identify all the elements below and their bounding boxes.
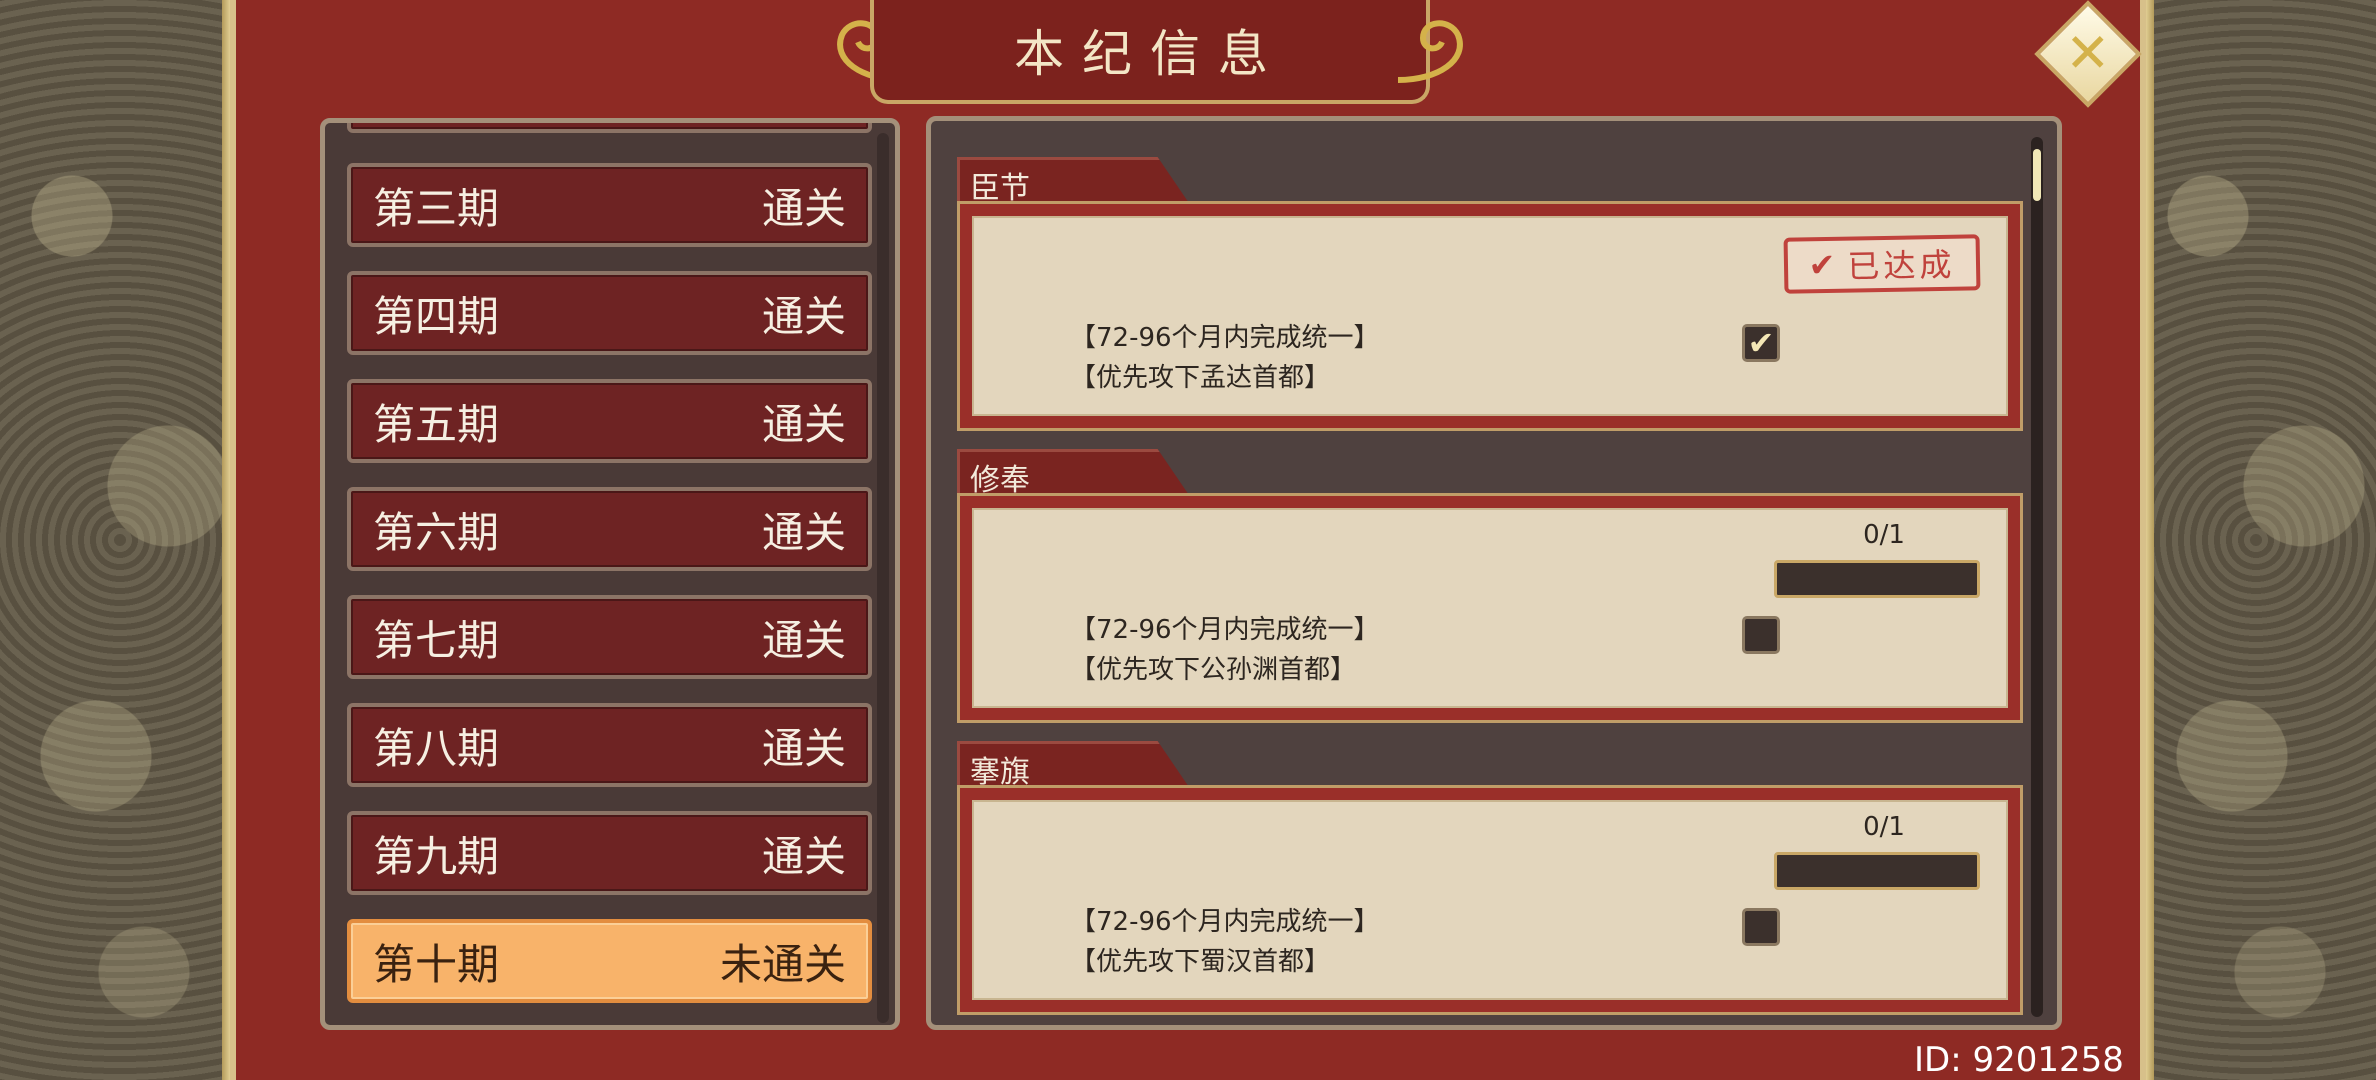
title-banner: 本纪信息 (612, 0, 1688, 105)
period-status: 未通关 (719, 939, 846, 989)
objectives-panel: 臣节 ✔ 已达成 【72-96个月内完成统一】 【优先攻下孟达首都】 ✔ 修奉 (926, 116, 2062, 1030)
progress-bar (1774, 852, 1980, 890)
left-dragon-tapestry (0, 0, 240, 1080)
period-label: 第八期 (373, 723, 500, 773)
period-list[interactable]: 第三期 通关 第四期 通关 第五期 通关 第六期 通关 第七期 通关 第八期 通… (320, 118, 900, 1030)
page-title: 本纪信息 (1014, 25, 1286, 83)
check-stamp-icon: ✔ (1808, 245, 1840, 285)
period-status: 通关 (761, 831, 846, 881)
player-id: ID: 9201258 (1914, 1040, 2124, 1080)
period-item-3[interactable]: 第三期 通关 (347, 163, 872, 247)
period-item-10-selected[interactable]: 第十期 未通关 (347, 919, 872, 1003)
objective-line-2: 【优先攻下蜀汉首都】 (1070, 947, 1331, 977)
objective-text: 【72-96个月内完成统一】 【优先攻下公孙渊首都】 (1070, 610, 1380, 690)
achieved-stamp: ✔ 已达成 (1783, 234, 1981, 294)
card-paper: ✔ 已达成 【72-96个月内完成统一】 【优先攻下孟达首都】 ✔ (972, 216, 2008, 416)
progress-count: 0/1 (1863, 520, 1905, 550)
objective-line-1: 【72-96个月内完成统一】 (1070, 907, 1380, 937)
checkmark-icon: ✔ (1747, 324, 1775, 362)
objective-card: ✔ 已达成 【72-96个月内完成统一】 【优先攻下孟达首都】 ✔ (957, 201, 2023, 431)
objectives-scroll-thumb[interactable] (2033, 149, 2041, 201)
period-item-5[interactable]: 第五期 通关 (347, 379, 872, 463)
right-scroll-ornament-icon (1397, 20, 1463, 83)
period-status: 通关 (761, 723, 846, 773)
objective-line-2: 【优先攻下公孙渊首都】 (1070, 655, 1357, 685)
completed-checkbox: ✔ (1742, 324, 1780, 362)
period-item-4[interactable]: 第四期 通关 (347, 271, 872, 355)
period-status: 通关 (761, 507, 846, 557)
right-dragon-tapestry (2136, 0, 2376, 1080)
progress-count: 0/1 (1863, 812, 1905, 842)
card-paper: 0/1 【72-96个月内完成统一】 【优先攻下蜀汉首都】 (972, 800, 2008, 1000)
objectives-scrollbar[interactable] (2031, 137, 2043, 1017)
period-label: 第四期 (373, 291, 500, 341)
period-label: 第九期 (373, 831, 500, 881)
period-status: 通关 (761, 399, 846, 449)
incomplete-checkbox (1742, 616, 1780, 654)
stamp-text: 已达成 (1847, 245, 1956, 286)
period-label: 第十期 (373, 939, 500, 989)
objective-card: 0/1 【72-96个月内完成统一】 【优先攻下公孙渊首都】 (957, 493, 2023, 723)
period-status: 通关 (761, 291, 846, 341)
period-item-9[interactable]: 第九期 通关 (347, 811, 872, 895)
period-label: 第六期 (373, 507, 500, 557)
incomplete-checkbox (1742, 908, 1780, 946)
objective-text: 【72-96个月内完成统一】 【优先攻下蜀汉首都】 (1070, 902, 1380, 982)
objective-line-2: 【优先攻下孟达首都】 (1070, 363, 1331, 393)
list-item-partial (347, 123, 872, 133)
period-label: 第七期 (373, 615, 500, 665)
period-label: 第三期 (373, 183, 500, 233)
objective-card: 0/1 【72-96个月内完成统一】 【优先攻下蜀汉首都】 (957, 785, 2023, 1015)
list-scrollbar[interactable] (877, 133, 889, 1023)
period-item-6[interactable]: 第六期 通关 (347, 487, 872, 571)
progress-bar (1774, 560, 1980, 598)
period-status: 通关 (761, 183, 846, 233)
close-x-icon: ✕ (2065, 22, 2111, 85)
objective-line-1: 【72-96个月内完成统一】 (1070, 323, 1380, 353)
card-paper: 0/1 【72-96个月内完成统一】 【优先攻下公孙渊首都】 (972, 508, 2008, 708)
objective-line-1: 【72-96个月内完成统一】 (1070, 615, 1380, 645)
period-label: 第五期 (373, 399, 500, 449)
title-plate: 本纪信息 (870, 0, 1430, 104)
objective-text: 【72-96个月内完成统一】 【优先攻下孟达首都】 (1070, 318, 1380, 398)
period-item-7[interactable]: 第七期 通关 (347, 595, 872, 679)
period-item-8[interactable]: 第八期 通关 (347, 703, 872, 787)
period-status: 通关 (761, 615, 846, 665)
